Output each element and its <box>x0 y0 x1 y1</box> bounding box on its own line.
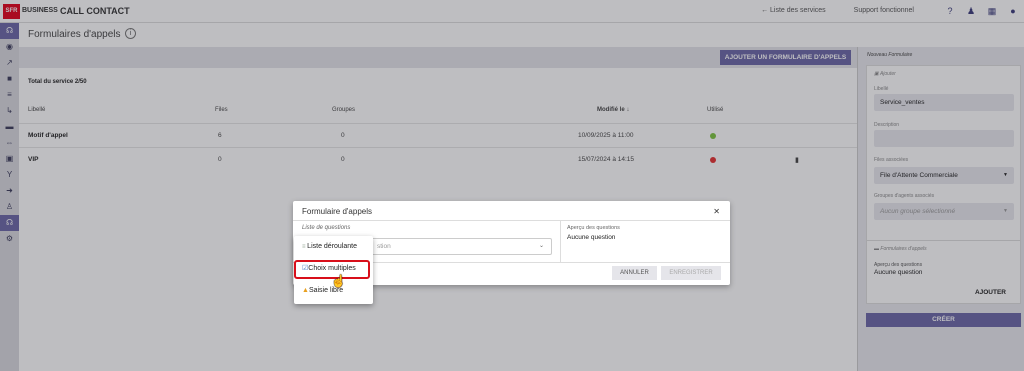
question-type-dropdown: ≡ Liste déroulante ☑Choix multiples ▲Sai… <box>294 236 373 304</box>
questions-label: Liste de questions <box>302 225 351 231</box>
modal-overlay <box>0 0 1024 371</box>
divider <box>293 220 730 221</box>
preview-value: Aucune question <box>567 234 616 241</box>
close-icon[interactable]: ✕ <box>713 207 720 216</box>
cancel-button[interactable]: ANNULER <box>612 266 657 280</box>
hand-cursor-icon: ☝ <box>331 274 346 288</box>
save-button[interactable]: ENREGISTRER <box>661 266 721 280</box>
divider <box>560 221 561 262</box>
preview-label: Aperçu des questions <box>567 225 620 231</box>
modal-title: Formulaire d'appels <box>302 207 373 216</box>
select-placeholder: stion <box>377 243 391 250</box>
option-liste-deroulante[interactable]: ≡ Liste déroulante <box>296 239 371 255</box>
chevron-down-icon: ⌄ <box>539 243 545 249</box>
warning-icon: ▲ <box>302 287 309 294</box>
